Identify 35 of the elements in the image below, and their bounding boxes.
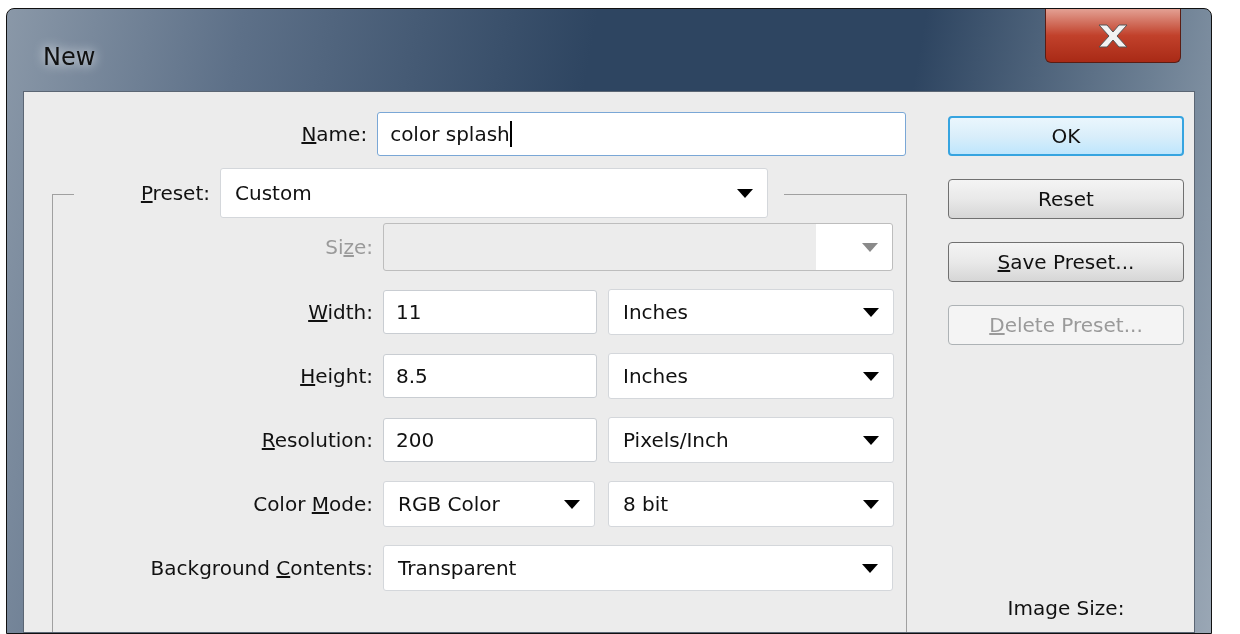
- number-input-field[interactable]: 200: [383, 418, 597, 462]
- bit-depth-dropdown[interactable]: 8 bit: [608, 481, 894, 527]
- number-input-field[interactable]: 11: [383, 290, 597, 334]
- ok-button[interactable]: OK: [948, 116, 1184, 156]
- unit-dropdown[interactable]: Inches: [608, 353, 894, 399]
- unit-dropdown[interactable]: Inches: [608, 289, 894, 335]
- text-cursor: [509, 121, 512, 147]
- dropdown-arrow-icon: [737, 188, 753, 198]
- dropdown-arrow-icon: [863, 435, 879, 445]
- field-label: Width:: [307, 300, 374, 324]
- window-title: New: [43, 43, 96, 71]
- field-label: Size:: [324, 235, 374, 259]
- number-input-field[interactable]: 8.5: [383, 354, 597, 398]
- unit-dropdown[interactable]: Pixels/Inch: [608, 417, 894, 463]
- name-input-field[interactable]: color splash: [377, 112, 906, 156]
- field-label: Background Contents:: [149, 556, 374, 580]
- reset-button[interactable]: Reset: [948, 179, 1184, 219]
- dropdown-arrow-icon: [863, 307, 879, 317]
- dropdown-arrow-icon: [862, 242, 878, 252]
- color-mode-dropdown[interactable]: RGB Color: [383, 481, 595, 527]
- image-size-label: Image Size:: [1007, 596, 1125, 620]
- dropdown-arrow-icon: [862, 563, 878, 573]
- dropdown-arrow-icon: [564, 499, 580, 509]
- field-label: Color Mode:: [252, 492, 374, 516]
- dropdown-arrow-icon: [863, 371, 879, 381]
- field-label: Preset:: [139, 181, 211, 205]
- save-preset-button[interactable]: Save Preset...: [948, 242, 1184, 282]
- dropdown-arrow-icon: [863, 499, 879, 509]
- field-label: Name:: [300, 122, 369, 146]
- field-label: Resolution:: [260, 428, 374, 452]
- close-icon: [1096, 22, 1130, 49]
- close-button[interactable]: [1045, 9, 1181, 63]
- background-dropdown[interactable]: Transparent: [383, 545, 893, 591]
- field-label: Height:: [299, 364, 374, 388]
- preset-dropdown[interactable]: Custom: [220, 168, 768, 218]
